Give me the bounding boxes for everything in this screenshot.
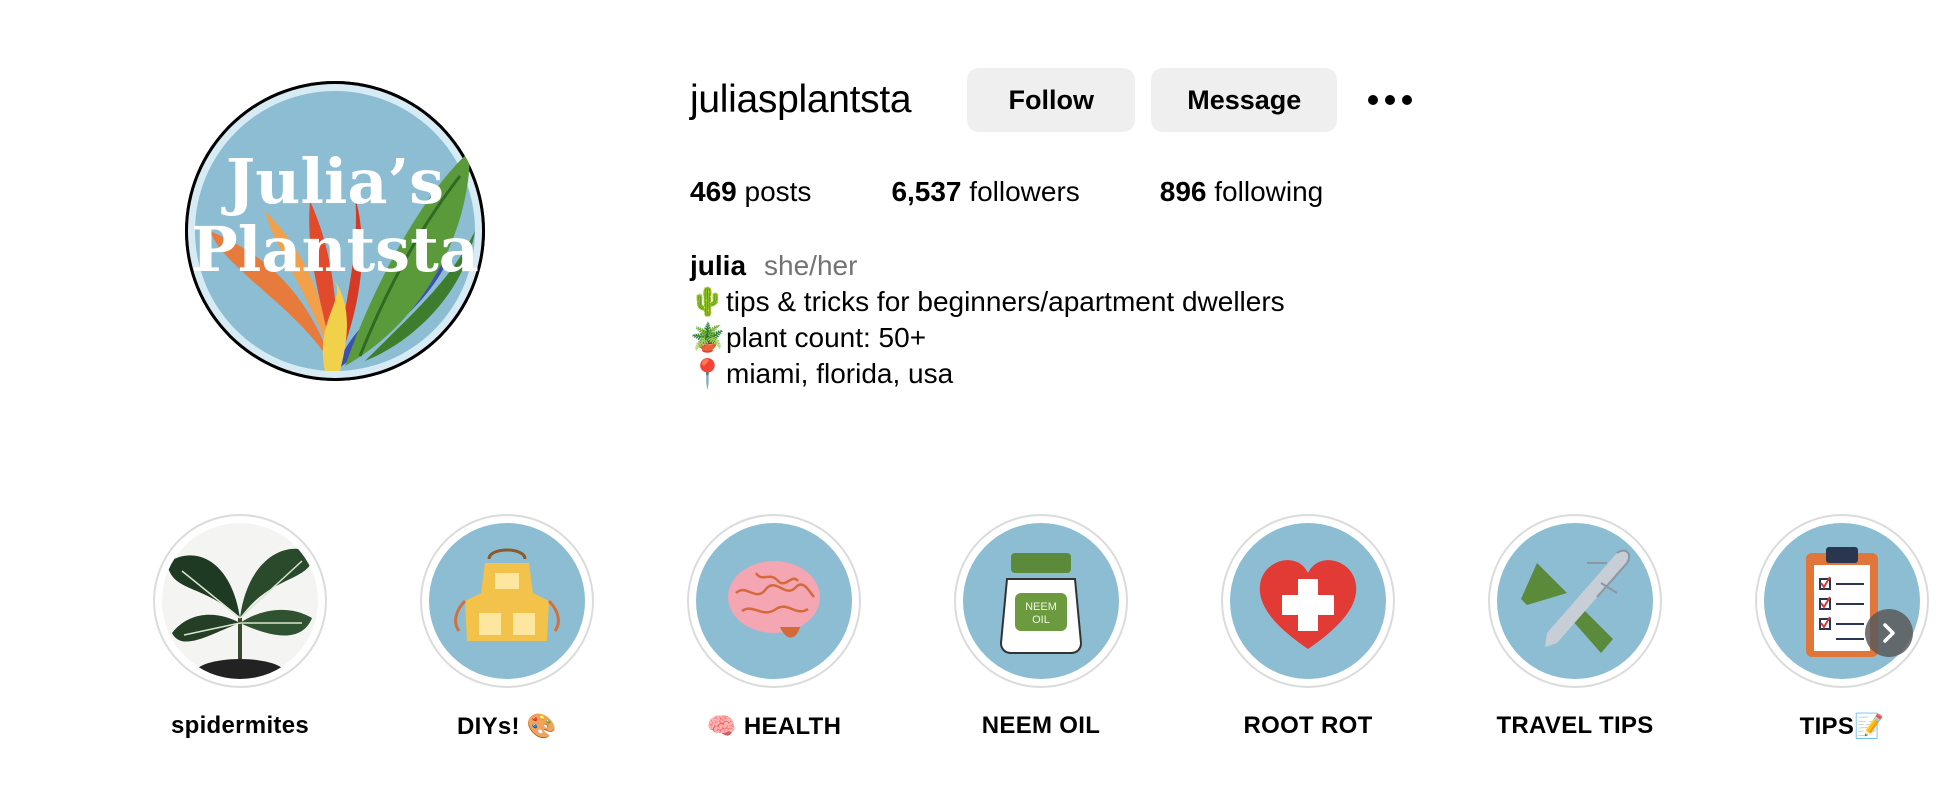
profile-bio: julia she/her 🌵 tips & tricks for beginne… <box>690 248 1690 392</box>
cactus-icon: 🌵 <box>690 286 725 317</box>
highlight-label: ROOT ROT <box>1243 712 1373 739</box>
highlight-ring <box>1488 514 1662 688</box>
profile-header-row: juliasplantsta Follow Message <box>690 68 1690 132</box>
neem-oil-jar-icon: NEEM OIL <box>963 523 1119 679</box>
profile-stats: 469 posts 6,537 followers 896 following <box>690 176 1690 208</box>
profile-avatar[interactable]: Julia’s Plantsta <box>185 81 485 381</box>
pronouns: she/her <box>764 250 858 281</box>
message-button[interactable]: Message <box>1151 68 1338 132</box>
highlight-label: NEEM OIL <box>981 712 1101 739</box>
highlight-label: spidermites <box>170 712 310 739</box>
potted-plant-icon: 🪴 <box>690 322 725 353</box>
followers-count: 6,537 <box>891 176 962 207</box>
highlight-ring <box>1221 514 1395 688</box>
avatar-text-line1: Julia’s <box>221 145 444 218</box>
posts-count: 469 <box>690 176 737 207</box>
highlight-label: DIYs! 🎨 <box>457 713 557 740</box>
display-name: julia <box>690 250 747 281</box>
bio-line-text: miami, florida, usa <box>726 358 954 389</box>
highlight-ring: NEEM OIL <box>954 514 1128 688</box>
neem-jar-text-2: OIL <box>1032 614 1050 626</box>
airplane-icon <box>1497 523 1653 679</box>
highlight-label: TRAVEL TIPS <box>1496 712 1654 739</box>
neem-jar-text-1: NEEM <box>1025 601 1057 613</box>
brain-icon <box>696 523 852 679</box>
follow-button[interactable]: Follow <box>967 68 1136 132</box>
followers-stat[interactable]: 6,537 followers <box>891 176 1079 208</box>
posts-stat[interactable]: 469 posts <box>690 176 811 208</box>
bio-line: 🪴 plant count: 50+ <box>690 320 1690 356</box>
bio-name-row: julia she/her <box>690 248 1690 284</box>
heart-cross-icon <box>1230 523 1386 679</box>
highlight-health[interactable]: 🧠 HEALTH <box>664 514 884 741</box>
bio-line: 🌵 tips & tricks for beginners/apartment … <box>690 284 1690 320</box>
bio-line: 📍 miami, florida, usa <box>690 356 1690 392</box>
followers-label: followers <box>969 176 1080 207</box>
following-stat[interactable]: 896 following <box>1160 176 1323 208</box>
highlight-ring <box>153 514 327 688</box>
bio-line-text: tips & tricks for beginners/apartment dw… <box>726 286 1285 317</box>
highlight-root-rot[interactable]: ROOT ROT <box>1198 514 1418 740</box>
highlight-travel-tips[interactable]: TRAVEL TIPS <box>1465 514 1685 740</box>
following-label: following <box>1214 176 1324 207</box>
avatar-text-line2: Plantsta <box>191 213 479 286</box>
highlight-ring <box>1755 514 1929 688</box>
profile-info: juliasplantsta Follow Message 469 posts … <box>690 68 1690 392</box>
highlight-ring <box>420 514 594 688</box>
highlight-spidermites[interactable]: spidermites <box>130 514 350 740</box>
highlight-label: 🧠 HEALTH <box>706 713 842 740</box>
chevron-right-icon[interactable] <box>1865 609 1913 657</box>
following-count: 896 <box>1159 176 1207 207</box>
posts-label: posts <box>744 176 812 207</box>
highlight-label: TIPS📝 <box>1799 713 1885 740</box>
more-options-icon[interactable] <box>1365 68 1415 132</box>
highlight-diys[interactable]: DIYs! 🎨 <box>397 514 617 741</box>
pin-icon: 📍 <box>690 358 725 389</box>
username: juliasplantsta <box>690 78 912 121</box>
highlight-neem-oil[interactable]: NEEM OIL NEEM OIL <box>931 514 1151 740</box>
plant-photo-icon <box>162 523 318 679</box>
bio-line-text: plant count: 50+ <box>726 322 927 353</box>
highlight-ring <box>687 514 861 688</box>
apron-icon <box>429 523 585 679</box>
